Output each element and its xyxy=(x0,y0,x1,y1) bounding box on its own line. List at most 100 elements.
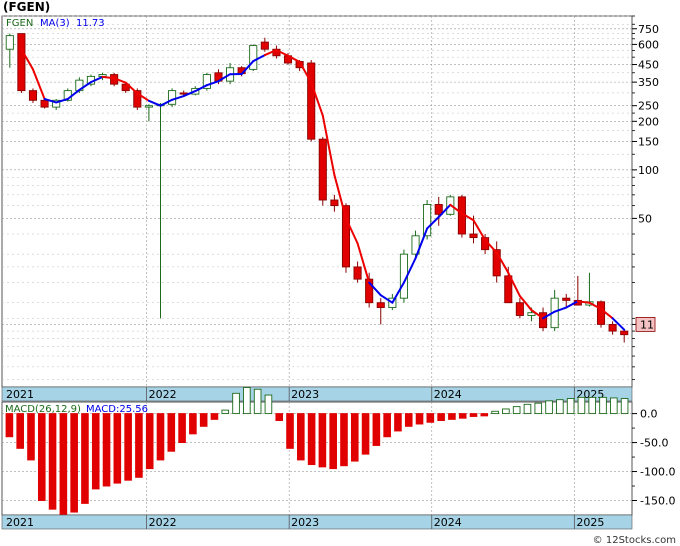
macd-histogram-bar xyxy=(189,413,197,435)
macd-histogram-bar xyxy=(91,413,100,490)
macd-histogram-bar xyxy=(102,413,111,487)
price-candle-body xyxy=(307,62,316,140)
macd-histogram-bar xyxy=(599,396,607,415)
macd-histogram-bar xyxy=(221,409,230,415)
price-date-label: 2021 xyxy=(6,388,34,401)
macd-histogram-bar xyxy=(264,394,273,415)
legend-ma-label: MA(3) xyxy=(40,18,70,29)
chart-title: (FGEN) xyxy=(3,0,50,14)
macd-histogram-bar xyxy=(426,413,435,423)
price-date-label: 2022 xyxy=(149,388,177,401)
macd-histogram-bar xyxy=(124,413,132,481)
price-candle-body xyxy=(144,105,153,108)
price-candle-body xyxy=(28,90,38,101)
price-candle-body xyxy=(620,330,629,336)
watermark: © 12Stocks.com xyxy=(593,535,676,546)
macd-histogram-bar xyxy=(81,413,89,504)
macd-histogram-bar xyxy=(480,413,489,417)
price-candle-body xyxy=(40,99,49,108)
macd-histogram-bar xyxy=(70,413,78,513)
price-ma-segment xyxy=(576,300,591,304)
macd-y-axis: 0.0 -50.0 -100.0 -150.0 xyxy=(632,408,675,508)
macd-tick-label: -150.0 xyxy=(640,495,675,508)
price-candle-body xyxy=(562,297,571,301)
macd-histogram-bar xyxy=(199,413,208,427)
price-tick-label: 600 xyxy=(638,38,659,51)
macd-histogram-bar xyxy=(394,413,402,432)
macd-histogram-bar xyxy=(210,413,219,420)
macd-histogram-bar xyxy=(340,413,348,467)
price-candle-body xyxy=(260,41,269,50)
macd-tick-label: -100.0 xyxy=(640,466,675,479)
macd-histogram-bar xyxy=(458,413,467,419)
macd-date-label: 2025 xyxy=(576,516,604,529)
price-candle-body xyxy=(17,33,26,92)
price-tick-label: 150 xyxy=(638,135,659,148)
price-tick-label: 350 xyxy=(638,76,659,89)
macd-histogram-bar xyxy=(610,397,618,415)
price-date-label: 2023 xyxy=(291,388,319,401)
macd-date-label: 2024 xyxy=(434,516,462,529)
macd-histogram-bar xyxy=(5,413,14,438)
macd-histogram-bar xyxy=(512,406,521,415)
macd-tick-label: -50.0 xyxy=(640,437,668,450)
price-candle-body xyxy=(527,312,536,316)
price-candle-body xyxy=(376,302,385,308)
price-candle-body xyxy=(168,90,177,105)
macd-histogram-bar xyxy=(372,413,381,446)
macd-legend-label: MACD(26,12,9) xyxy=(5,404,81,415)
macd-histogram-bar xyxy=(534,402,543,415)
macd-histogram-bar xyxy=(232,392,240,415)
price-tick-label: 250 xyxy=(638,100,659,113)
price-candle-body xyxy=(353,266,362,280)
legend-symbol: FGEN xyxy=(6,18,33,29)
macd-histogram-bar xyxy=(178,413,186,444)
macd-histogram-bar xyxy=(620,398,629,415)
macd-histogram-bar xyxy=(523,403,532,415)
macd-histogram-bar xyxy=(275,413,284,421)
macd-histogram-bar xyxy=(545,400,553,415)
macd-histogram-bar xyxy=(167,413,176,452)
macd-histogram-bar xyxy=(27,413,35,461)
price-candle-body xyxy=(469,233,478,239)
macd-date-label: 2023 xyxy=(291,516,319,529)
macd-histogram-bar xyxy=(577,396,586,415)
macd-date-label: 2021 xyxy=(6,516,34,529)
macd-histogram-bar xyxy=(329,413,337,470)
macd-histogram-bar xyxy=(415,413,424,425)
macd-tick-label: 0.0 xyxy=(640,408,658,421)
macd-histogram-bar xyxy=(135,413,143,478)
macd-histogram-bar xyxy=(37,413,46,501)
price-panel xyxy=(1,15,633,388)
macd-histogram-bar xyxy=(437,413,445,421)
macd-histogram-bar xyxy=(491,410,499,415)
macd-histogram-bar xyxy=(156,413,165,461)
current-price-label: 11 xyxy=(640,318,654,331)
price-candle-body xyxy=(249,45,258,70)
price-tick-label: 450 xyxy=(638,59,659,72)
price-candle-body xyxy=(330,199,339,207)
price-tick-label: 750 xyxy=(638,23,659,36)
macd-histogram-bar xyxy=(469,413,478,417)
macd-histogram-bar xyxy=(243,387,251,415)
macd-histogram-bar xyxy=(307,413,316,466)
macd-histogram-bar xyxy=(145,413,154,470)
price-candle-body xyxy=(318,138,327,201)
macd-histogram-bar xyxy=(588,396,597,415)
macd-histogram-bar xyxy=(404,413,413,427)
price-candle-body xyxy=(608,323,617,332)
macd-histogram-bar xyxy=(318,413,327,468)
price-candle-body xyxy=(5,35,14,50)
stock-chart: (FGEN) 750 600 450 350 250 200 150 100 50 FGEN M… xyxy=(1,0,676,546)
price-tick-label: 50 xyxy=(638,212,652,225)
macd-histogram-bar xyxy=(48,413,57,510)
macd-histogram-bar xyxy=(297,413,305,461)
macd-histogram-bar xyxy=(59,413,68,516)
price-candle-body xyxy=(434,204,443,215)
price-ma-segment xyxy=(101,75,116,80)
price-tick-label: 100 xyxy=(638,164,659,177)
legend-ma-value: 11.73 xyxy=(76,18,105,29)
macd-histogram-bar xyxy=(16,413,24,449)
macd-histogram-bar xyxy=(113,413,122,484)
macd-legend-value: MACD:25.56 xyxy=(86,404,148,415)
